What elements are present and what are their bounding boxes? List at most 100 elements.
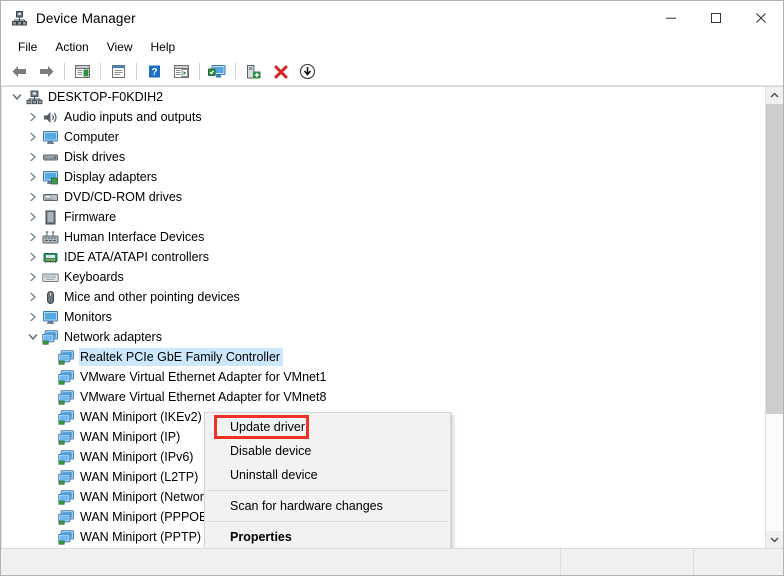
context-menu-separator — [207, 490, 448, 491]
device-manager-icon — [11, 10, 28, 27]
tree-item-label: Keyboards — [64, 270, 124, 284]
toolbar-separator-4 — [199, 63, 200, 80]
scroll-down-button[interactable] — [766, 531, 783, 548]
network-adapter-icon — [57, 369, 75, 385]
tree-item-label: Audio inputs and outputs — [64, 110, 202, 124]
hid-icon — [41, 229, 59, 245]
tree-item[interactable]: Mice and other pointing devices — [2, 287, 765, 307]
tree-item-label: DVD/CD-ROM drives — [64, 190, 183, 204]
chevron-right-icon[interactable] — [25, 207, 41, 227]
disk-drive-icon — [41, 149, 59, 165]
chevron-right-icon[interactable] — [25, 147, 41, 167]
disable-device-button[interactable] — [295, 60, 320, 83]
tree-root-node[interactable]: DESKTOP-F0KDIH2 — [2, 87, 765, 107]
chevron-down-icon[interactable] — [9, 87, 25, 107]
context-menu[interactable]: Update driver Disable device Uninstall dev… — [204, 412, 451, 548]
window-title: Device Manager — [36, 10, 136, 26]
close-button[interactable] — [738, 1, 783, 35]
update-driver-button[interactable] — [241, 60, 266, 83]
help-button[interactable]: ? — [142, 60, 167, 83]
toolbar-separator-2 — [100, 63, 101, 80]
display-adapter-icon — [41, 169, 59, 185]
tree-item[interactable]: IDE ATA/ATAPI controllers — [2, 247, 765, 267]
tree-item[interactable]: Firmware — [2, 207, 765, 227]
chevron-down-icon[interactable] — [25, 327, 41, 347]
tree-item[interactable]: Network adapters — [2, 327, 765, 347]
network-adapter-icon — [57, 389, 75, 405]
tree-item-label: WAN Miniport (IP) — [80, 430, 181, 444]
chevron-right-icon[interactable] — [25, 187, 41, 207]
window-controls — [648, 1, 783, 35]
vertical-scrollbar[interactable] — [765, 87, 783, 548]
chevron-right-icon[interactable] — [25, 107, 41, 127]
properties-button[interactable] — [106, 60, 131, 83]
tree-item[interactable]: Display adapters — [2, 167, 765, 187]
ctx-disable-device[interactable]: Disable device — [205, 439, 450, 463]
scan-hardware-changes-button[interactable] — [205, 60, 230, 83]
tree-item[interactable]: Audio inputs and outputs — [2, 107, 765, 127]
ctx-update-driver[interactable]: Update driver — [205, 415, 450, 439]
scroll-up-button[interactable] — [766, 87, 783, 104]
chevron-right-icon[interactable] — [25, 287, 41, 307]
network-adapter-icon — [57, 449, 75, 465]
tree-item-label: Disk drives — [64, 150, 126, 164]
tree-item[interactable]: Computer — [2, 127, 765, 147]
back-button[interactable] — [7, 60, 32, 83]
mouse-icon — [41, 289, 59, 305]
ctx-scan-hardware-changes[interactable]: Scan for hardware changes — [205, 494, 450, 518]
network-adapter-icon — [57, 429, 75, 445]
menu-bar: File Action View Help — [1, 35, 783, 58]
tree-item-label: WAN Miniport (IPv6) — [80, 450, 194, 464]
tree-item[interactable]: Monitors — [2, 307, 765, 327]
ctx-uninstall-device[interactable]: Uninstall device — [205, 463, 450, 487]
tree-item[interactable]: Keyboards — [2, 267, 765, 287]
forward-button[interactable] — [34, 60, 59, 83]
uninstall-device-button[interactable] — [268, 60, 293, 83]
chevron-right-icon[interactable] — [25, 167, 41, 187]
tree-item-label: Realtek PCIe GbE Family Controller — [79, 348, 284, 366]
console-tree-button[interactable] — [70, 60, 95, 83]
menu-action[interactable]: Action — [46, 37, 97, 57]
chevron-right-icon[interactable] — [25, 227, 41, 247]
monitor-icon — [41, 129, 59, 145]
firmware-icon — [41, 209, 59, 225]
tree-item[interactable]: VMware Virtual Ethernet Adapter for VMne… — [2, 367, 765, 387]
action-pane-button[interactable] — [169, 60, 194, 83]
tree-item-label: DESKTOP-F0KDIH2 — [48, 90, 164, 104]
network-adapter-icon — [57, 529, 75, 545]
chevron-right-icon[interactable] — [25, 267, 41, 287]
minimize-button[interactable] — [648, 1, 693, 35]
scrollbar-track[interactable] — [766, 104, 783, 531]
chevron-right-icon[interactable] — [25, 307, 41, 327]
toolbar: ? — [1, 58, 783, 86]
ctx-properties[interactable]: Properties — [205, 525, 450, 548]
speaker-icon — [41, 109, 59, 125]
tree-item[interactable]: Human Interface Devices — [2, 227, 765, 247]
tree-item-label: WAN Miniport (IKEv2) — [80, 410, 202, 424]
menu-file[interactable]: File — [9, 37, 46, 57]
scrollbar-thumb[interactable] — [766, 104, 783, 414]
dvd-drive-icon — [41, 189, 59, 205]
tree-item[interactable]: Disk drives — [2, 147, 765, 167]
computer-node-icon — [25, 89, 43, 105]
status-section-right — [694, 549, 783, 575]
chevron-right-icon[interactable] — [25, 127, 41, 147]
menu-help[interactable]: Help — [142, 37, 185, 57]
tree-item[interactable]: Realtek PCIe GbE Family Controller — [2, 347, 765, 367]
network-adapter-icon — [57, 409, 75, 425]
keyboard-icon — [41, 269, 59, 285]
maximize-button[interactable] — [693, 1, 738, 35]
tree-item[interactable]: DVD/CD-ROM drives — [2, 187, 765, 207]
chevron-right-icon[interactable] — [25, 247, 41, 267]
menu-view[interactable]: View — [98, 37, 142, 57]
network-adapter-icon — [57, 509, 75, 525]
tree-item[interactable]: VMware Virtual Ethernet Adapter for VMne… — [2, 387, 765, 407]
status-message — [1, 549, 561, 575]
